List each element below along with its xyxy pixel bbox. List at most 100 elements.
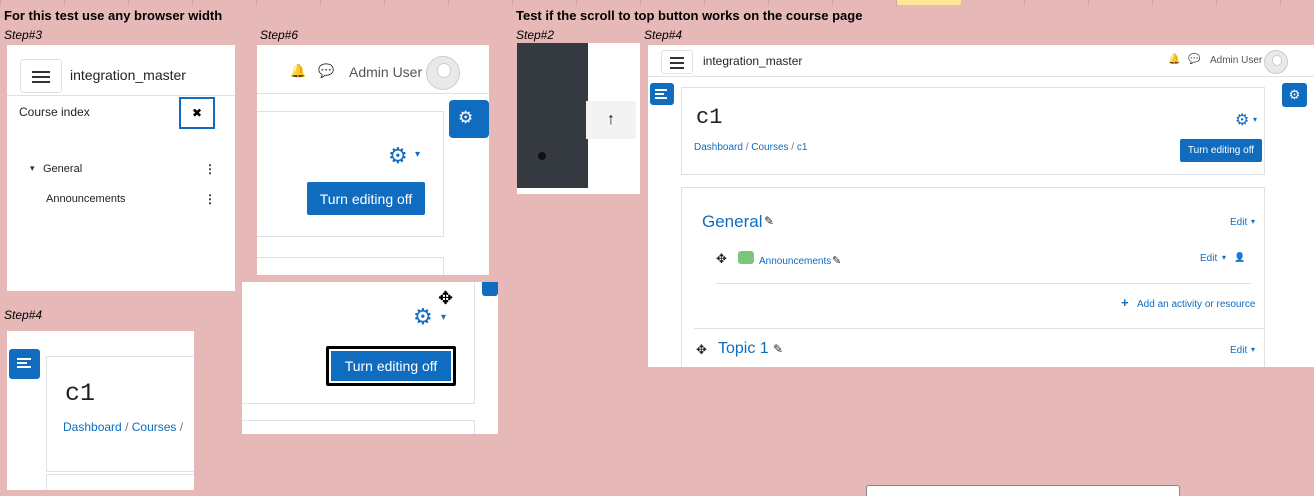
hamburger-icon	[670, 54, 684, 72]
step4-screenshot-small: c1 Dashboard / Courses /	[7, 331, 194, 490]
pencil-icon[interactable]: ✎	[832, 254, 841, 267]
menu-button[interactable]	[661, 50, 693, 74]
window-edge	[866, 485, 1180, 496]
turn-editing-off-button-focused[interactable]: Turn editing off	[326, 346, 456, 386]
caret-down-icon: ▾	[30, 163, 35, 173]
divider	[7, 95, 235, 96]
dark-drawer	[517, 43, 588, 188]
block-drawer-button[interactable]: ⚙	[449, 100, 489, 138]
section-title-topic1[interactable]: Topic 1	[718, 340, 769, 358]
breadcrumb: Dashboard / Courses /	[63, 420, 183, 434]
user-name[interactable]: Admin User	[1210, 55, 1262, 66]
breadcrumb-courses[interactable]: Courses	[751, 142, 788, 153]
index-item-general[interactable]: General	[43, 163, 82, 175]
breadcrumb-courses[interactable]: Courses	[132, 420, 177, 434]
plus-icon: +	[1121, 295, 1129, 310]
blocks-icon: ⚙	[1288, 87, 1301, 102]
add-activity-link[interactable]: Add an activity or resource	[1137, 299, 1255, 310]
step6-screenshot-top: 🔔 💬 Admin User ⚙ ⚙ ▾ Turn editing off	[257, 45, 497, 275]
section-title-general[interactable]: General	[702, 212, 762, 232]
course-index-button[interactable]	[9, 349, 40, 379]
breadcrumb-course[interactable]: c1	[797, 142, 808, 153]
breadcrumb-dashboard[interactable]: Dashboard	[63, 420, 122, 434]
section-edit-menu[interactable]: Edit	[1230, 345, 1247, 356]
breadcrumb-dashboard[interactable]: Dashboard	[694, 142, 743, 153]
divider	[716, 283, 1251, 284]
course-header-card	[681, 87, 1265, 175]
gear-icon[interactable]: ⚙	[388, 143, 408, 169]
close-drawer-button[interactable]: ✖	[179, 97, 215, 129]
site-name: integration_master	[703, 54, 803, 68]
course-title: c1	[65, 379, 96, 408]
caret-down-icon: ▾	[415, 149, 421, 160]
course-title: c1	[696, 105, 723, 130]
caret-down-icon: ▾	[1253, 115, 1258, 124]
caret-down-icon: ▾	[1222, 253, 1227, 262]
section-card	[46, 474, 194, 490]
avatar[interactable]	[426, 56, 460, 90]
step-label: Step#6	[260, 28, 299, 42]
course-index-title: Course index	[19, 105, 90, 119]
spreadsheet-gridlines	[0, 0, 1314, 6]
activity-announcements[interactable]: Announcements	[759, 256, 831, 267]
user-name[interactable]: Admin User	[349, 64, 422, 80]
breadcrumb: Dashboard / Courses / c1	[694, 142, 807, 153]
scroll-to-top-button[interactable]: ↑	[586, 101, 636, 139]
pencil-icon[interactable]: ✎	[764, 214, 774, 228]
move-cursor-icon: ✥	[438, 288, 454, 308]
site-name: integration_master	[70, 67, 186, 83]
turn-editing-off-button[interactable]: Turn editing off	[1180, 139, 1262, 162]
move-icon[interactable]: ✥	[716, 251, 727, 267]
block-drawer-button[interactable]	[482, 282, 498, 296]
user-icon[interactable]: 👤	[1234, 252, 1245, 263]
caret-down-icon: ▾	[1251, 345, 1256, 354]
background-strip	[489, 45, 497, 275]
chat-icon[interactable]: 💬	[1188, 54, 1200, 65]
browser-width-note: For this test use any browser width	[4, 8, 223, 23]
bell-icon[interactable]: 🔔	[290, 63, 306, 79]
caret-down-icon: ▾	[1251, 217, 1256, 226]
section-card	[257, 257, 444, 275]
activity-edit-menu[interactable]: Edit	[1200, 253, 1217, 264]
step-label: Step#4	[644, 28, 683, 42]
avatar[interactable]	[1264, 50, 1288, 74]
hamburger-icon	[32, 68, 50, 86]
chat-icon[interactable]: 💬	[318, 63, 334, 79]
pencil-icon[interactable]: ✎	[773, 342, 783, 356]
course-index-button[interactable]	[650, 83, 674, 105]
course-header-card	[46, 356, 194, 472]
course-header-card	[257, 111, 444, 237]
kebab-icon[interactable]: ⋮	[204, 162, 216, 176]
gear-icon[interactable]: ⚙	[413, 304, 433, 330]
divider	[694, 328, 1264, 329]
menu-button[interactable]	[20, 59, 62, 93]
move-icon[interactable]: ✥	[696, 342, 707, 358]
step4-screenshot-large: integration_master 🔔 💬 Admin User ⚙ c1 ⚙…	[648, 45, 1314, 367]
step-label: Step#4	[4, 308, 43, 322]
step6-screenshot-bottom: ⚙ ▾ ✥ Turn editing off	[242, 282, 498, 434]
block-drawer-button[interactable]: ⚙	[1282, 83, 1307, 107]
gear-icon[interactable]: ⚙	[1235, 110, 1249, 130]
bell-icon[interactable]: 🔔	[1168, 54, 1180, 65]
cursor-dot	[538, 152, 546, 160]
caret-down-icon: ▾	[441, 312, 447, 323]
step-label: Step#3	[4, 28, 43, 42]
section-edit-menu[interactable]: Edit	[1230, 217, 1247, 228]
breadcrumb-separator: /	[179, 420, 184, 434]
section-card	[242, 420, 475, 434]
navbar-divider	[648, 76, 1314, 77]
forum-icon	[738, 251, 754, 264]
kebab-icon[interactable]: ⋮	[204, 192, 216, 206]
step3-screenshot: integration_master Course index ✖ ▾ Gene…	[7, 45, 235, 291]
arrow-up-icon: ↑	[607, 111, 615, 128]
breadcrumb-separator: /	[745, 142, 749, 153]
breadcrumb-separator: /	[791, 142, 795, 153]
turn-editing-off-button[interactable]: Turn editing off	[307, 182, 425, 215]
close-icon: ✖	[191, 106, 203, 120]
breadcrumb-separator: /	[125, 420, 129, 434]
blocks-icon: ⚙	[458, 108, 474, 127]
test-title: Test if the scroll to top button works o…	[516, 8, 863, 23]
step-label: Step#2	[516, 28, 555, 42]
step2-screenshot: ↑	[517, 43, 640, 194]
index-item-announcements[interactable]: Announcements	[46, 193, 126, 205]
